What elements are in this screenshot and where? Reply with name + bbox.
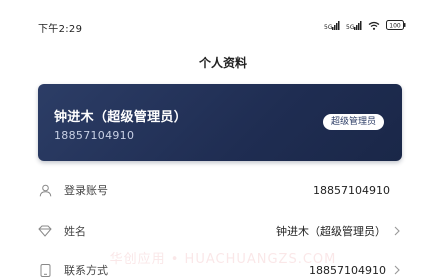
phone-icon (38, 263, 52, 277)
page-title: 个人资料 (198, 56, 247, 70)
login-account-row: 登录账号 18857104910 (38, 177, 402, 203)
profile-card: 钟进木（超级管理员） 18857104910 超级管理员 (38, 84, 402, 161)
contact-label: 联系方式 (64, 264, 108, 277)
name-label: 姓名 (64, 225, 86, 238)
status-bar: 下午2:29 5G 5G 100 (0, 0, 446, 46)
profile-page: 下午2:29 5G 5G 100 个人资料 钟进木（超级管理员） 1885710… (0, 0, 446, 279)
battery-icon: 100 (386, 20, 406, 30)
user-icon (38, 183, 52, 197)
signal-icon: 5G (324, 20, 340, 30)
battery-level: 100 (389, 23, 401, 30)
svg-text:5G: 5G (346, 24, 355, 30)
chevron-right-icon (394, 226, 402, 236)
svg-text:5G: 5G (324, 24, 333, 30)
signal-icon: 5G (346, 20, 362, 30)
contact-row[interactable]: 联系方式 18857104910 (38, 257, 402, 279)
chevron-right-icon (394, 265, 402, 275)
profile-name: 钟进木（超级管理员） (54, 110, 188, 125)
diamond-icon (38, 224, 52, 238)
status-icons: 5G 5G 100 (324, 20, 406, 30)
role-badge: 超级管理员 (322, 114, 384, 130)
profile-phone: 18857104910 (54, 129, 135, 142)
wifi-icon (368, 21, 380, 30)
name-value: 钟进木（超级管理员） (276, 225, 386, 238)
status-time: 下午2:29 (38, 24, 83, 35)
contact-value: 18857104910 (309, 263, 386, 277)
login-account-label: 登录账号 (64, 184, 108, 197)
name-row[interactable]: 姓名 钟进木（超级管理员） (38, 218, 402, 244)
login-account-value: 18857104910 (313, 183, 390, 197)
